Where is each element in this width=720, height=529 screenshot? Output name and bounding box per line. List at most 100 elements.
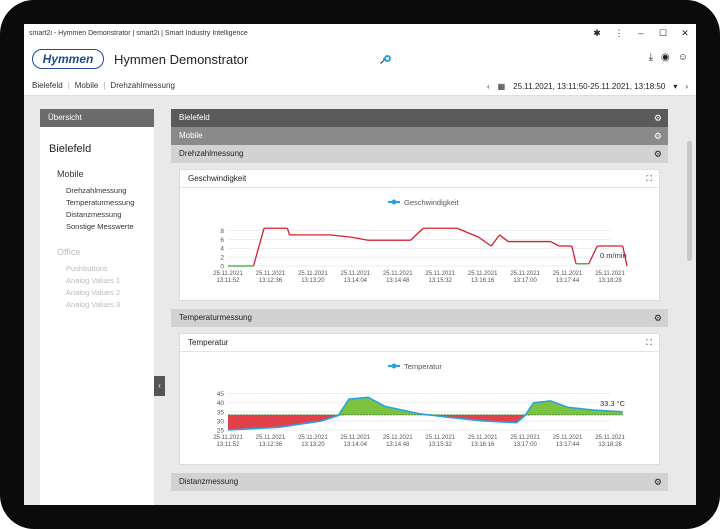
expand-icon[interactable]: ⛶ <box>646 170 652 188</box>
x-tick-label: 13:12:36 <box>259 278 283 284</box>
expand-icon[interactable]: ⛶ <box>646 334 652 352</box>
download-icon[interactable]: ⤓ <box>649 52 653 63</box>
date-range-text[interactable]: 25.11.2021, 13:11:50-25.11.2021, 13:18:5… <box>513 82 665 91</box>
breadcrumb-item[interactable]: Mobile <box>75 81 99 90</box>
gear-icon[interactable]: ⚙ <box>654 109 662 127</box>
series-segment <box>329 234 352 238</box>
x-tick-label: 13:15:32 <box>429 442 453 448</box>
section-title: Temperaturmessung <box>179 313 252 322</box>
x-tick-label: 25.11.2021 <box>553 435 583 441</box>
x-tick-label: 13:17:44 <box>556 442 580 448</box>
scrollbar[interactable] <box>687 141 692 261</box>
x-tick-label: 13:11:52 <box>217 442 241 448</box>
sidebar-item-pushbuttons[interactable]: Pushbuttons <box>66 263 154 275</box>
prev-range-button[interactable]: ‹ <box>487 82 490 91</box>
location-bar: Bielefeld ⚙ <box>171 109 668 127</box>
panel-header: Geschwindigkeit ⛶ <box>180 170 659 188</box>
group-bar: Mobile ⚙ <box>171 127 668 145</box>
sidebar-item-temperaturmessung[interactable]: Temperaturmessung <box>66 197 154 209</box>
chevron-down-icon[interactable]: ▾ <box>673 82 677 91</box>
x-tick-label: 25.11.2021 <box>341 271 371 277</box>
legend-label: Temperatur <box>404 362 442 371</box>
sidebar-group-office[interactable]: Office <box>57 247 154 257</box>
panel-header: Temperatur ⛶ <box>180 334 659 352</box>
x-tick-label: 25.11.2021 <box>256 435 286 441</box>
y-tick-label: 40 <box>217 400 225 407</box>
series-segment <box>499 234 509 243</box>
view-icon[interactable]: ◉ <box>661 52 670 63</box>
y-tick-label: 6 <box>220 237 224 244</box>
temperature-chart: Temperatur 25 30 35 40 45 25.11.2021 13:11:52 25… <box>213 362 626 448</box>
gear-icon[interactable]: ⚙ <box>654 309 662 327</box>
extensions-icon[interactable]: ✱ <box>586 28 608 39</box>
sidebar-item-analog-values-3[interactable]: Analog Values 3 <box>66 299 154 311</box>
panel-title: Temperatur <box>188 338 229 347</box>
series-segment <box>350 236 369 241</box>
gear-icon[interactable]: ⚙ <box>654 127 662 145</box>
x-tick-label: 13:13:20 <box>301 442 325 448</box>
x-tick-label: 13:11:52 <box>217 278 241 284</box>
x-tick-label: 13:16:16 <box>471 442 495 448</box>
window-titlebar: smart2i - Hymmen Demonstrator | smart2i … <box>24 24 696 42</box>
section-title: Drehzahlmessung <box>179 149 244 158</box>
x-tick-label: 25.11.2021 <box>468 271 498 277</box>
series-segment <box>571 245 577 264</box>
series-segment <box>410 227 424 241</box>
x-tick-label: 25.11.2021 <box>341 435 371 441</box>
content-area: Übersicht Bielefeld Mobile Drehzahlmessu… <box>24 96 696 505</box>
x-tick-label: 25.11.2021 <box>510 271 540 277</box>
sidebar-item-distanzmessung[interactable]: Distanzmessung <box>66 209 154 221</box>
y-tick-label: 35 <box>217 409 225 416</box>
sidebar-header[interactable]: Übersicht <box>40 109 154 127</box>
location-bar-title: Bielefeld <box>179 113 210 122</box>
y-tick-label: 30 <box>217 418 225 425</box>
close-button[interactable]: ✕ <box>674 28 696 39</box>
calendar-icon[interactable]: ▦ <box>498 82 506 91</box>
next-range-button[interactable]: › <box>685 82 688 91</box>
series-segment <box>588 245 598 265</box>
more-menu-icon[interactable]: ⋮ <box>608 28 630 39</box>
panel-title: Geschwindigkeit <box>188 174 247 183</box>
breadcrumb-item[interactable]: Drehzahlmessung <box>110 81 174 90</box>
series-segment <box>252 228 265 267</box>
x-tick-label: 25.11.2021 <box>383 271 413 277</box>
sidebar-item-drehzahlmessung[interactable]: Drehzahlmessung <box>66 185 154 197</box>
x-tick-label: 25.11.2021 <box>256 271 286 277</box>
x-tick-label: 13:15:32 <box>429 278 453 284</box>
legend-marker <box>391 199 397 205</box>
user-icon[interactable]: ☺ <box>678 52 688 63</box>
date-range-selector: ‹ ▦ 25.11.2021, 13:11:50-25.11.2021, 13:… <box>487 76 688 96</box>
sidebar-location[interactable]: Bielefeld <box>49 143 154 155</box>
x-tick-label: 25.11.2021 <box>595 435 625 441</box>
sidebar-group-mobile[interactable]: Mobile <box>57 169 154 179</box>
sidebar-item-sonstige-messwerte[interactable]: Sonstige Messwerte <box>66 221 154 233</box>
gear-icon[interactable]: ⚙ <box>654 145 662 163</box>
sidebar-item-analog-values-2[interactable]: Analog Values 2 <box>66 287 154 299</box>
gear-icon[interactable]: ⚙ <box>654 473 662 491</box>
minimize-button[interactable]: – <box>630 28 652 38</box>
x-tick-label: 25.11.2021 <box>298 271 328 277</box>
breadcrumb-bar: Bielefeld | Mobile | Drehzahlmessung ‹ ▦… <box>24 76 696 96</box>
y-tick-label: 45 <box>217 391 225 398</box>
x-tick-label: 13:18:28 <box>598 442 622 448</box>
chart-panel-temperature: Temperatur ⛶ Temperatur 25 30 35 40 45 25.11.2… <box>179 333 660 465</box>
current-value-label: 33.3 °C <box>600 399 626 408</box>
app-title: Hymmen Demonstrator <box>114 51 249 67</box>
breadcrumb-item[interactable]: Bielefeld <box>32 81 63 90</box>
series-segment <box>456 227 479 238</box>
area-below-baseline <box>228 414 623 430</box>
x-tick-label: 25.11.2021 <box>425 271 455 277</box>
chart-panel-speed: Geschwindigkeit ⛶ Geschwindigkeit 0 2 4 6 8 25… <box>179 169 660 301</box>
x-tick-label: 25.11.2021 <box>553 271 583 277</box>
x-tick-label: 13:14:48 <box>386 278 410 284</box>
sidebar-collapse-button[interactable]: ‹ <box>154 376 165 396</box>
window-title: smart2i - Hymmen Demonstrator | smart2i … <box>29 29 248 37</box>
maximize-button[interactable]: ☐ <box>652 28 674 39</box>
section-bar-drehzahlmessung: Drehzahlmessung ⚙ <box>171 145 668 163</box>
main-panel: Bielefeld ⚙ Mobile ⚙ Drehzahlmessung ⚙ G… <box>171 109 668 505</box>
x-tick-label: 25.11.2021 <box>298 435 328 441</box>
x-tick-label: 13:13:20 <box>301 278 325 284</box>
sidebar-item-analog-values-1[interactable]: Analog Values 1 <box>66 275 154 287</box>
y-tick-label: 25 <box>217 428 225 435</box>
hymmen-logo[interactable]: Hymmen <box>32 49 104 69</box>
